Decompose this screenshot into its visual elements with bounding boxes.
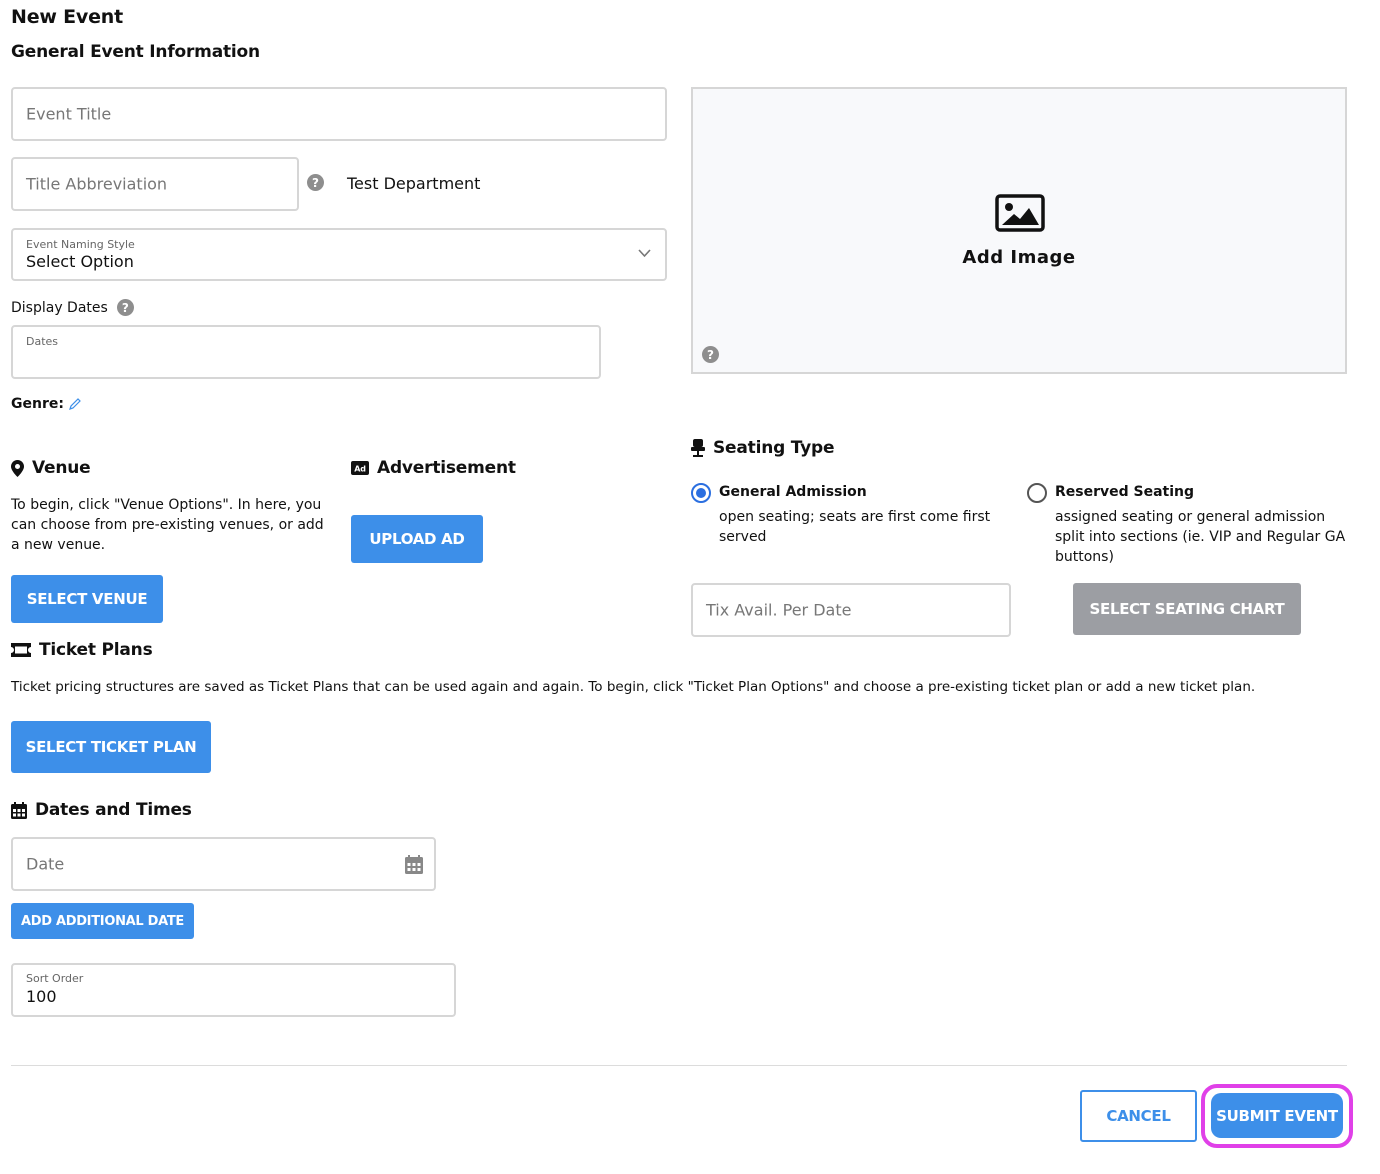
help-icon[interactable]: ? <box>307 174 324 191</box>
add-additional-date-button[interactable]: ADD ADDITIONAL DATE <box>11 903 194 939</box>
sort-order-input[interactable]: Sort Order 100 <box>11 963 456 1017</box>
calendar-icon[interactable] <box>405 855 423 874</box>
dates-times-heading: Dates and Times <box>11 800 192 820</box>
genre-label: Genre: <box>11 396 64 412</box>
section-title: General Event Information <box>11 42 260 62</box>
svg-text:Ad: Ad <box>354 465 366 474</box>
chair-icon <box>691 439 705 457</box>
advertisement-title: Advertisement <box>377 458 516 478</box>
ad-icon: Ad <box>351 461 369 475</box>
naming-style-value: Select Option <box>26 252 134 271</box>
reserved-seating-radio[interactable] <box>1027 483 1047 503</box>
naming-style-label: Event Naming Style <box>26 238 135 251</box>
add-image-dropzone[interactable]: Add Image ? <box>691 87 1347 374</box>
submit-event-button[interactable]: SUBMIT EVENT <box>1211 1093 1343 1138</box>
venue-title: Venue <box>32 458 91 478</box>
ticket-icon <box>11 643 31 657</box>
select-venue-button[interactable]: SELECT VENUE <box>11 575 163 623</box>
help-icon[interactable]: ? <box>116 299 134 316</box>
date-placeholder: Date <box>26 854 65 874</box>
general-admission-label: General Admission <box>719 484 867 500</box>
event-title-placeholder: Event Title <box>26 104 112 124</box>
ticket-plans-description: Ticket pricing structures are saved as T… <box>11 679 1256 695</box>
dates-times-title: Dates and Times <box>35 800 192 820</box>
date-input[interactable]: Date <box>11 837 436 891</box>
sort-order-label: Sort Order <box>26 972 84 985</box>
dates-label: Dates <box>26 335 59 348</box>
event-title-input[interactable]: Event Title <box>11 87 667 141</box>
tix-avail-placeholder: Tix Avail. Per Date <box>706 600 852 620</box>
page-title: New Event <box>11 6 124 28</box>
ticket-plans-heading: Ticket Plans <box>11 640 153 660</box>
chevron-down-icon <box>638 249 651 258</box>
title-abbreviation-input[interactable]: Title Abbreviation <box>11 157 299 211</box>
display-dates-label: Display Dates <box>11 299 108 316</box>
pencil-icon[interactable] <box>68 397 82 411</box>
title-abbreviation-placeholder: Title Abbreviation <box>26 174 168 194</box>
seating-heading: Seating Type <box>691 438 835 458</box>
upload-ad-button[interactable]: UPLOAD AD <box>351 515 483 563</box>
general-admission-radio[interactable] <box>691 483 711 503</box>
sort-order-value: 100 <box>26 987 57 1006</box>
dates-input[interactable]: Dates <box>11 325 601 379</box>
help-icon[interactable]: ? <box>702 346 719 363</box>
department-label: Test Department <box>347 174 481 193</box>
advertisement-heading: Ad Advertisement <box>351 458 516 478</box>
cancel-button[interactable]: CANCEL <box>1080 1090 1197 1142</box>
add-image-label: Add Image <box>962 247 1076 268</box>
seating-title: Seating Type <box>713 438 835 458</box>
image-icon <box>995 194 1045 232</box>
map-pin-icon <box>11 459 24 477</box>
general-admission-description: open seating; seats are first come first… <box>719 509 991 545</box>
calendar-icon <box>11 801 27 819</box>
venue-description: To begin, click "Venue Options". In here… <box>11 497 324 553</box>
footer-divider <box>11 1065 1347 1066</box>
ticket-plans-title: Ticket Plans <box>39 640 153 660</box>
event-naming-style-select[interactable]: Event Naming Style Select Option <box>11 228 667 281</box>
select-ticket-plan-button[interactable]: SELECT TICKET PLAN <box>11 721 211 773</box>
tix-avail-input[interactable]: Tix Avail. Per Date <box>691 583 1011 637</box>
reserved-seating-label: Reserved Seating <box>1055 484 1195 500</box>
reserved-seating-description: assigned seating or general admission sp… <box>1055 509 1346 565</box>
venue-heading: Venue <box>11 458 91 478</box>
select-seating-chart-button[interactable]: SELECT SEATING CHART <box>1073 583 1301 635</box>
